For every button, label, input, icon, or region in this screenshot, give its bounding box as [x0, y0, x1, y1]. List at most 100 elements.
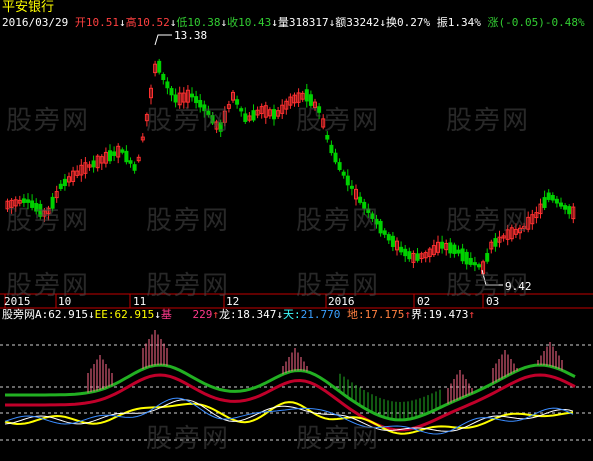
candle-body — [333, 152, 338, 163]
quote-date: 2016/03/29 — [2, 16, 69, 29]
candle-body — [464, 251, 469, 265]
candle-body — [493, 238, 498, 247]
candle-body — [112, 151, 117, 156]
amount-label: 额 — [335, 16, 347, 29]
candle-body — [108, 150, 112, 162]
candle-body — [546, 192, 551, 200]
candle-body — [128, 160, 133, 164]
candle-body — [329, 144, 334, 154]
watermark: 股旁网 — [146, 424, 231, 454]
candle-body — [157, 60, 162, 73]
candle-body — [235, 99, 240, 105]
indicator-tian-value: 21.770 — [300, 308, 341, 321]
indicator-long-label: 龙: — [219, 308, 237, 321]
indicator-long-value: 18.347 — [236, 308, 277, 321]
volume-label: 量 — [277, 16, 289, 29]
price-high-marker: 13.38 — [174, 29, 208, 42]
change-label: 涨 — [487, 16, 499, 29]
candle-body — [337, 162, 342, 170]
open-label: 开 — [74, 16, 86, 29]
indicator-a-label: A: — [35, 308, 49, 321]
amplitude-label: 振 — [436, 16, 448, 29]
volume-value: 318317 — [288, 16, 329, 29]
candle-body — [456, 249, 461, 254]
time-axis-label: 03 — [486, 295, 500, 308]
price-pane — [5, 34, 576, 286]
turnover-label: 换 — [385, 16, 397, 29]
quote-bar: 2016/03/29 开10.51↓高10.52↓低10.38↓收10.43↓量… — [2, 16, 585, 29]
indicator-jie-value: 19.473 — [428, 308, 469, 321]
candle-body — [415, 253, 420, 261]
time-axis-label: 2016 — [328, 295, 355, 308]
price-low-marker: 9.42 — [505, 280, 532, 293]
watermark: 股旁网 — [446, 206, 531, 236]
open-value: 10.51 — [85, 16, 119, 29]
candle-body — [161, 73, 166, 81]
candle-body — [243, 113, 248, 122]
candle-body — [62, 178, 67, 187]
candle-body — [120, 149, 125, 153]
down-arrow-icon: ↓ — [271, 16, 278, 29]
candle-body — [124, 150, 129, 163]
down-arrow-icon: ↓ — [379, 16, 386, 29]
indicator-di-value: 17.175 — [364, 308, 405, 321]
indicator-ee-value: 62.915 — [114, 308, 155, 321]
candle-body — [341, 171, 346, 176]
watermark: 股旁网 — [6, 206, 91, 236]
up-arrow-icon: ↑ — [404, 308, 411, 321]
watermark: 股旁网 — [296, 206, 381, 236]
time-axis-label: 10 — [58, 295, 72, 308]
candle-body — [58, 183, 63, 190]
candle-body — [485, 253, 490, 262]
candle-body — [345, 175, 350, 186]
candle-body — [554, 198, 559, 204]
watermark: 股旁网 — [296, 424, 381, 454]
up-arrow-icon: ↑ — [468, 308, 475, 321]
time-axis-label: 11 — [133, 295, 147, 308]
indicator-oscillator-line — [4, 399, 574, 432]
indicator-a-value: 62.915 — [48, 308, 88, 321]
candle-body — [169, 88, 174, 96]
down-arrow-icon: ↓ — [276, 308, 283, 321]
indicator-tian-label: 天: — [283, 308, 301, 321]
watermark: 股旁网 — [146, 106, 231, 136]
amplitude-value: 1.34% — [447, 16, 481, 29]
candle-body — [563, 205, 568, 210]
candle-body — [91, 160, 96, 168]
low-value: 10.38 — [187, 16, 221, 29]
candle-body — [399, 246, 404, 253]
candle-body — [440, 241, 445, 249]
candle-body — [542, 197, 547, 208]
candle-body — [550, 194, 555, 201]
indicator-x-value: 229 — [192, 308, 213, 321]
down-arrow-icon: ↓ — [88, 308, 95, 321]
watermark: 股旁网 — [296, 106, 381, 136]
indicator-x-label: 基 — [160, 308, 172, 321]
candle-body — [386, 234, 391, 241]
candle-body — [239, 108, 244, 112]
candle-body — [567, 206, 572, 215]
candle-body — [132, 164, 137, 171]
candle-body — [251, 110, 256, 121]
candle-body — [165, 81, 170, 89]
candle-body — [272, 109, 276, 120]
watermark: 股旁网 — [446, 106, 531, 136]
time-axis-label: 2015 — [4, 295, 31, 308]
candle-body — [448, 242, 453, 254]
amount-value: 33242 — [346, 16, 380, 29]
indicator-bar: 股旁网A:62.915↓EE:62.915↓基 229↑龙:18.347↓天:2… — [2, 308, 475, 321]
candle-body — [382, 230, 387, 235]
low-label: 低 — [176, 16, 188, 29]
down-arrow-icon: ↓ — [118, 16, 126, 29]
time-axis-label: 02 — [417, 295, 431, 308]
candle-body — [190, 93, 194, 98]
candle-body — [349, 185, 354, 189]
candle-body — [468, 257, 473, 265]
down-arrow-icon: ↓ — [154, 308, 161, 321]
candle-body — [460, 248, 465, 262]
stock-name: 平安银行 — [2, 0, 55, 15]
indicator-ee-label: EE: — [94, 308, 115, 321]
candle-body — [390, 235, 395, 247]
high-marker-line — [154, 34, 172, 46]
indicator-jie-label: 界: — [411, 308, 429, 321]
